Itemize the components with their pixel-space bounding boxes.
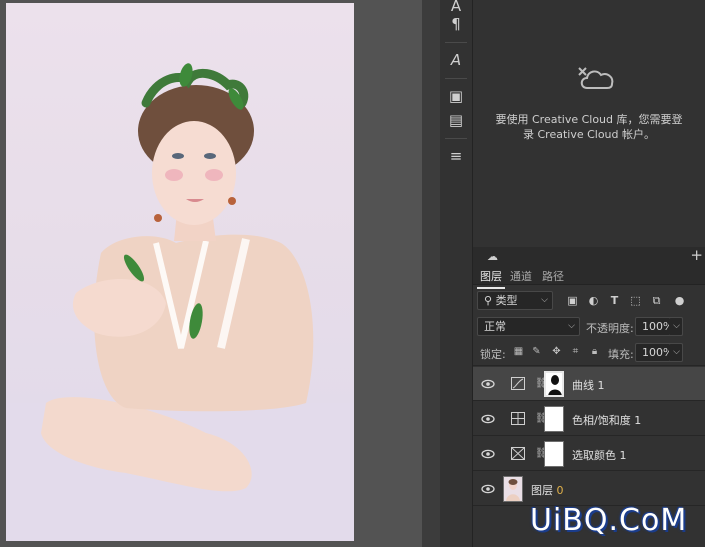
libraries-panel: 要使用 Creative Cloud 库，您需要登 录 Creative Clo…: [473, 0, 705, 247]
lock-position-icon[interactable]: ✥: [551, 346, 562, 357]
layer-filter-row: ⚲ 类型 ⌵ ▣ ◐ T ⬚ ⧉ ●: [473, 291, 705, 315]
chevron-down-icon: ⌵: [673, 347, 680, 357]
glyphs-icon[interactable]: A: [446, 50, 466, 70]
layers-panel-tabs: 图层 通道 路径: [473, 265, 705, 289]
right-panel-dock: 要使用 Creative Cloud 库，您需要登 录 Creative Clo…: [473, 0, 705, 547]
chevron-down-icon: ⌵: [673, 321, 680, 331]
blend-opacity-row: 正常 ⌵ 不透明度: 100% ⌵: [473, 317, 705, 341]
panel-header-bar: ☁ +: [473, 246, 705, 265]
adjustment-layer-filter-icon[interactable]: ◐: [587, 294, 600, 307]
layer-mask-thumbnail[interactable]: [544, 406, 564, 432]
lock-label: 锁定:: [480, 348, 506, 361]
visibility-eye-icon[interactable]: [481, 482, 495, 496]
notes-icon[interactable]: ▤: [446, 110, 466, 130]
blend-mode-select[interactable]: 正常 ⌵: [477, 317, 580, 336]
selective-color-icon: [511, 447, 525, 460]
tab-paths[interactable]: 路径: [542, 268, 564, 284]
panel-icon-strip: A ¶ A ▣ ▤ ≡: [440, 0, 473, 547]
lock-image-pixels-icon[interactable]: ✎: [531, 346, 542, 357]
cloud-sync-icon[interactable]: ☁: [487, 250, 498, 263]
search-icon: ⚲: [484, 294, 496, 307]
layer-name: 曲线 1: [572, 379, 605, 392]
smart-object-filter-icon[interactable]: ⧉: [650, 294, 663, 307]
library-message-line2: 录 Creative Cloud 帐户。: [522, 128, 656, 141]
lock-all-icon[interactable]: 🔒︎: [589, 346, 600, 357]
filter-toggle-icon[interactable]: ●: [673, 294, 686, 307]
panel-divider[interactable]: [422, 0, 440, 547]
adjustments-icon[interactable]: ≡: [446, 146, 466, 166]
layer-mask-thumbnail[interactable]: [544, 371, 564, 397]
tab-layers[interactable]: 图层: [477, 268, 505, 289]
lock-artboard-icon[interactable]: ⌗: [570, 346, 581, 357]
visibility-eye-icon[interactable]: [481, 377, 495, 391]
libraries-icon[interactable]: ▣: [446, 86, 466, 106]
type-layer-filter-icon[interactable]: T: [608, 294, 621, 307]
add-panel-icon[interactable]: +: [690, 246, 703, 264]
layer-kind-filter[interactable]: ⚲ 类型 ⌵: [477, 291, 553, 310]
creative-cloud-disabled-icon: [578, 67, 614, 89]
blend-mode-value: 正常: [484, 320, 506, 333]
layer-row-background-photo[interactable]: 图层 0: [473, 472, 705, 506]
fill-label: 填充:: [608, 348, 634, 361]
portrait-photo: [6, 63, 354, 541]
strip-divider: [445, 42, 467, 43]
strip-divider: [445, 138, 467, 139]
photo-thumbnail[interactable]: [503, 476, 523, 502]
opacity-dropdown[interactable]: ⌵: [669, 317, 683, 336]
layer-row-selective-color[interactable]: ⛓ 选取颜色 1: [473, 437, 705, 471]
document-image[interactable]: [6, 3, 354, 541]
opacity-label: 不透明度:: [586, 322, 634, 335]
site-watermark: UiBQ.CoM: [530, 503, 688, 538]
library-signin-message: 要使用 Creative Cloud 库，您需要登 录 Creative Clo…: [473, 112, 705, 142]
link-chain-icon[interactable]: ⛓: [535, 447, 548, 461]
link-chain-icon[interactable]: ⛓: [535, 412, 548, 426]
lock-fill-row: 锁定: ▦ ✎ ✥ ⌗ 🔒︎ 填充: 100% ⌵: [473, 341, 705, 366]
layers-panel: ☁ + 图层 通道 路径 ⚲ 类型 ⌵ ▣ ◐ T ⬚ ⧉ ● 正常 ⌵ 不透明…: [473, 246, 705, 547]
library-message-line1: 要使用 Creative Cloud 库，您需要登: [495, 113, 683, 126]
layer-name: 图层 0: [531, 484, 564, 497]
layer-mask-thumbnail[interactable]: [544, 441, 564, 467]
visibility-eye-icon[interactable]: [481, 412, 495, 426]
chevron-down-icon: ⌵: [568, 321, 575, 331]
tab-channels[interactable]: 通道: [510, 268, 532, 284]
fill-dropdown[interactable]: ⌵: [669, 343, 683, 362]
link-chain-icon[interactable]: ⛓: [535, 377, 548, 391]
visibility-eye-icon[interactable]: [481, 447, 495, 461]
canvas-area[interactable]: [0, 0, 422, 547]
layer-row-hue-saturation[interactable]: ⛓ 色相/饱和度 1: [473, 402, 705, 436]
pixel-layer-filter-icon[interactable]: ▣: [566, 294, 579, 307]
strip-divider: [445, 78, 467, 79]
lock-transparent-pixels-icon[interactable]: ▦: [513, 346, 524, 357]
paragraph-icon[interactable]: ¶: [446, 14, 466, 34]
chevron-down-icon: ⌵: [541, 295, 548, 305]
hue-saturation-icon: [511, 412, 525, 425]
layer-kind-value: 类型: [495, 294, 518, 307]
layer-name: 色相/饱和度 1: [572, 414, 642, 427]
curves-icon: [511, 377, 525, 390]
layer-row-curves[interactable]: ⛓ 曲线 1: [473, 367, 705, 401]
layer-name: 选取颜色 1: [572, 449, 627, 462]
shape-layer-filter-icon[interactable]: ⬚: [629, 294, 642, 307]
